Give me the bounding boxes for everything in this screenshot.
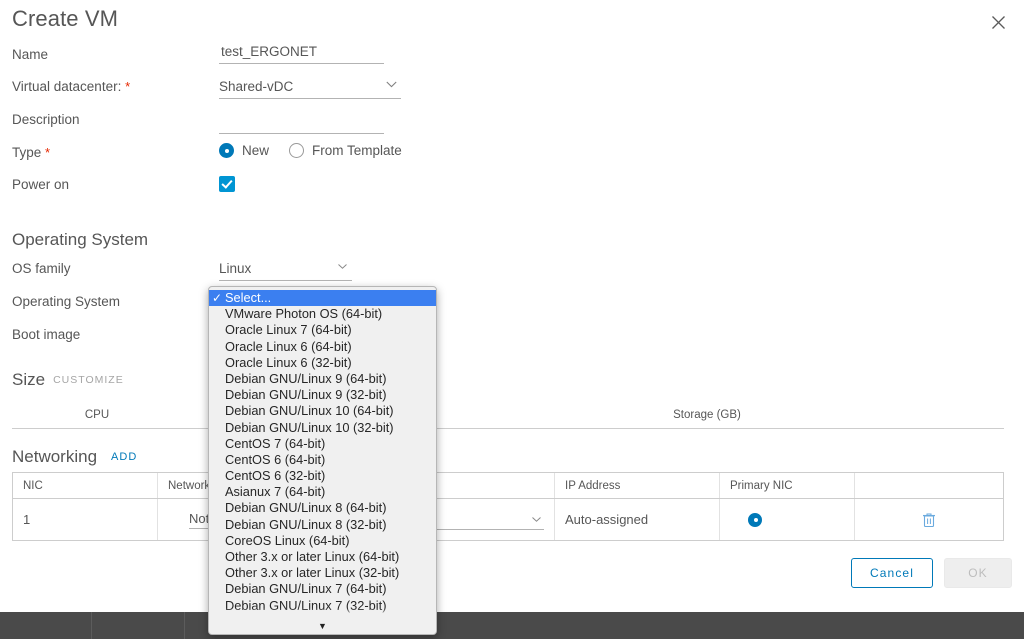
size-table: CPU Memory (MB) Storage (GB) [12, 402, 1004, 429]
name-input[interactable] [219, 42, 384, 64]
os-dropdown-item[interactable]: CentOS 7 (64-bit) [209, 436, 436, 452]
description-label: Description [12, 112, 80, 127]
os-family-value: Linux [219, 261, 252, 276]
networking-add-link[interactable]: Add [111, 451, 137, 463]
table-row: 1 Not connected Auto-assigned [12, 499, 1004, 541]
os-dropdown-item[interactable]: Debian GNU/Linux 8 (64-bit) [209, 500, 436, 516]
net-primary-nic-radio[interactable] [748, 512, 762, 527]
chevron-down-icon [338, 264, 347, 269]
chevron-down-icon [386, 81, 397, 88]
operating-system-heading: Operating System [12, 230, 149, 249]
os-dropdown-item[interactable]: Oracle Linux 6 (32-bit) [209, 355, 436, 371]
cancel-button[interactable]: Cancel [851, 558, 933, 588]
required-marker: * [45, 145, 51, 160]
name-label: Name [12, 47, 49, 62]
os-dropdown-item[interactable]: Debian GNU/Linux 9 (32-bit) [209, 387, 436, 403]
dialog-scroll-body: Name Virtual datacenter: * Shared-vDC [0, 42, 1024, 542]
trash-icon[interactable] [922, 512, 936, 528]
size-col-cpu: CPU [84, 409, 110, 421]
os-dropdown-item[interactable]: CentOS 6 (64-bit) [209, 452, 436, 468]
close-icon[interactable] [986, 10, 1010, 34]
power-on-label: Power on [12, 177, 70, 192]
virtual-datacenter-label-text: Virtual datacenter: [12, 79, 122, 94]
taskbar-divider [91, 612, 92, 639]
name-field-wrap [219, 42, 384, 64]
os-dropdown-item[interactable]: CentOS 6 (32-bit) [209, 468, 436, 484]
field-row-boot-image: Boot image [0, 323, 1024, 355]
os-dropdown-popup[interactable]: Select...VMware Photon OS (64-bit)Oracle… [208, 286, 437, 635]
type-label: Type * [12, 145, 50, 160]
net-col-nic: NIC [13, 473, 158, 498]
type-label-text: Type [12, 145, 42, 160]
radio-type-from-template[interactable] [289, 143, 305, 158]
networking-heading: Networking Add [12, 447, 137, 467]
field-row-power-on: Power on [0, 173, 1024, 205]
net-col-ip-address: IP Address [555, 473, 720, 498]
radio-type-from-template-label: From Template [312, 143, 402, 158]
net-col-primary-nic: Primary NIC [720, 473, 855, 498]
chevron-down-icon [532, 516, 541, 522]
os-dropdown-item[interactable]: Other 3.x or later Linux (32-bit) [209, 565, 436, 581]
os-dropdown-item[interactable]: CoreOS Linux (64-bit) [209, 533, 436, 549]
networking-table: NIC Network IP Mode IP Address Primary N… [12, 472, 1004, 541]
os-dropdown-item[interactable]: Debian GNU/Linux 8 (32-bit) [209, 517, 436, 533]
os-dropdown-item[interactable]: Debian GNU/Linux 10 (64-bit) [209, 403, 436, 419]
field-row-type: Type * New From Template [0, 141, 1024, 173]
os-dropdown-item[interactable]: Debian GNU/Linux 10 (32-bit) [209, 420, 436, 436]
description-input[interactable] [219, 112, 384, 134]
os-dropdown-item[interactable]: Debian GNU/Linux 9 (64-bit) [209, 371, 436, 387]
virtual-datacenter-label: Virtual datacenter: * [12, 79, 130, 94]
field-row-description: Description [0, 108, 1024, 140]
networking-table-header: NIC Network IP Mode IP Address Primary N… [12, 472, 1004, 499]
size-heading-text: Size [12, 370, 46, 389]
type-radio-group: New From Template [219, 143, 422, 158]
boot-image-label: Boot image [12, 327, 81, 342]
desktop-taskbar [0, 612, 1024, 639]
os-family-label: OS family [12, 261, 71, 276]
os-dropdown-item[interactable]: Debian GNU/Linux 7 (64-bit) [209, 581, 436, 597]
os-dropdown-item[interactable]: Other 3.x or later Linux (64-bit) [209, 549, 436, 565]
size-heading: Size Customize [12, 370, 124, 390]
size-customize-link[interactable]: Customize [53, 374, 124, 386]
radio-type-new-label: New [242, 143, 270, 158]
required-marker: * [125, 79, 131, 94]
net-cell-nic: 1 [13, 499, 158, 540]
ok-button: OK [944, 558, 1012, 588]
dialog-title: Create VM [12, 6, 119, 31]
popup-scroll-down-icon[interactable]: ▼ [209, 617, 436, 634]
os-dropdown-item[interactable]: Asianux 7 (64-bit) [209, 484, 436, 500]
field-row-virtual-datacenter: Virtual datacenter: * Shared-vDC [0, 75, 1024, 107]
radio-type-new[interactable] [219, 143, 234, 158]
field-row-name: Name [0, 42, 1024, 76]
taskbar-divider-2 [184, 612, 185, 639]
power-on-checkbox[interactable] [219, 176, 235, 192]
size-table-header: CPU Memory (MB) Storage (GB) [12, 402, 1004, 429]
dialog-footer: Cancel OK [0, 542, 1024, 612]
os-family-select[interactable]: Linux [219, 257, 352, 281]
size-col-storage: Storage (GB) [673, 409, 741, 421]
field-row-operating-system: Operating System [0, 290, 1024, 322]
operating-system-label: Operating System [12, 294, 121, 309]
screen: Create VM Name Virtual datacenter: * [0, 0, 1024, 639]
os-dropdown-item[interactable]: Select... [209, 290, 436, 306]
net-cell-ip-address: Auto-assigned [555, 499, 720, 540]
virtual-datacenter-value: Shared-vDC [219, 79, 294, 94]
os-dropdown-item[interactable]: Oracle Linux 7 (64-bit) [209, 322, 436, 338]
create-vm-dialog: Create VM Name Virtual datacenter: * [0, 0, 1024, 612]
popup-fade [209, 608, 436, 617]
virtual-datacenter-select[interactable]: Shared-vDC [219, 75, 401, 99]
os-dropdown-item[interactable]: Oracle Linux 6 (64-bit) [209, 339, 436, 355]
os-dropdown-item[interactable]: VMware Photon OS (64-bit) [209, 306, 436, 322]
field-row-os-family: OS family Linux [0, 257, 1024, 289]
networking-heading-text: Networking [12, 447, 98, 466]
